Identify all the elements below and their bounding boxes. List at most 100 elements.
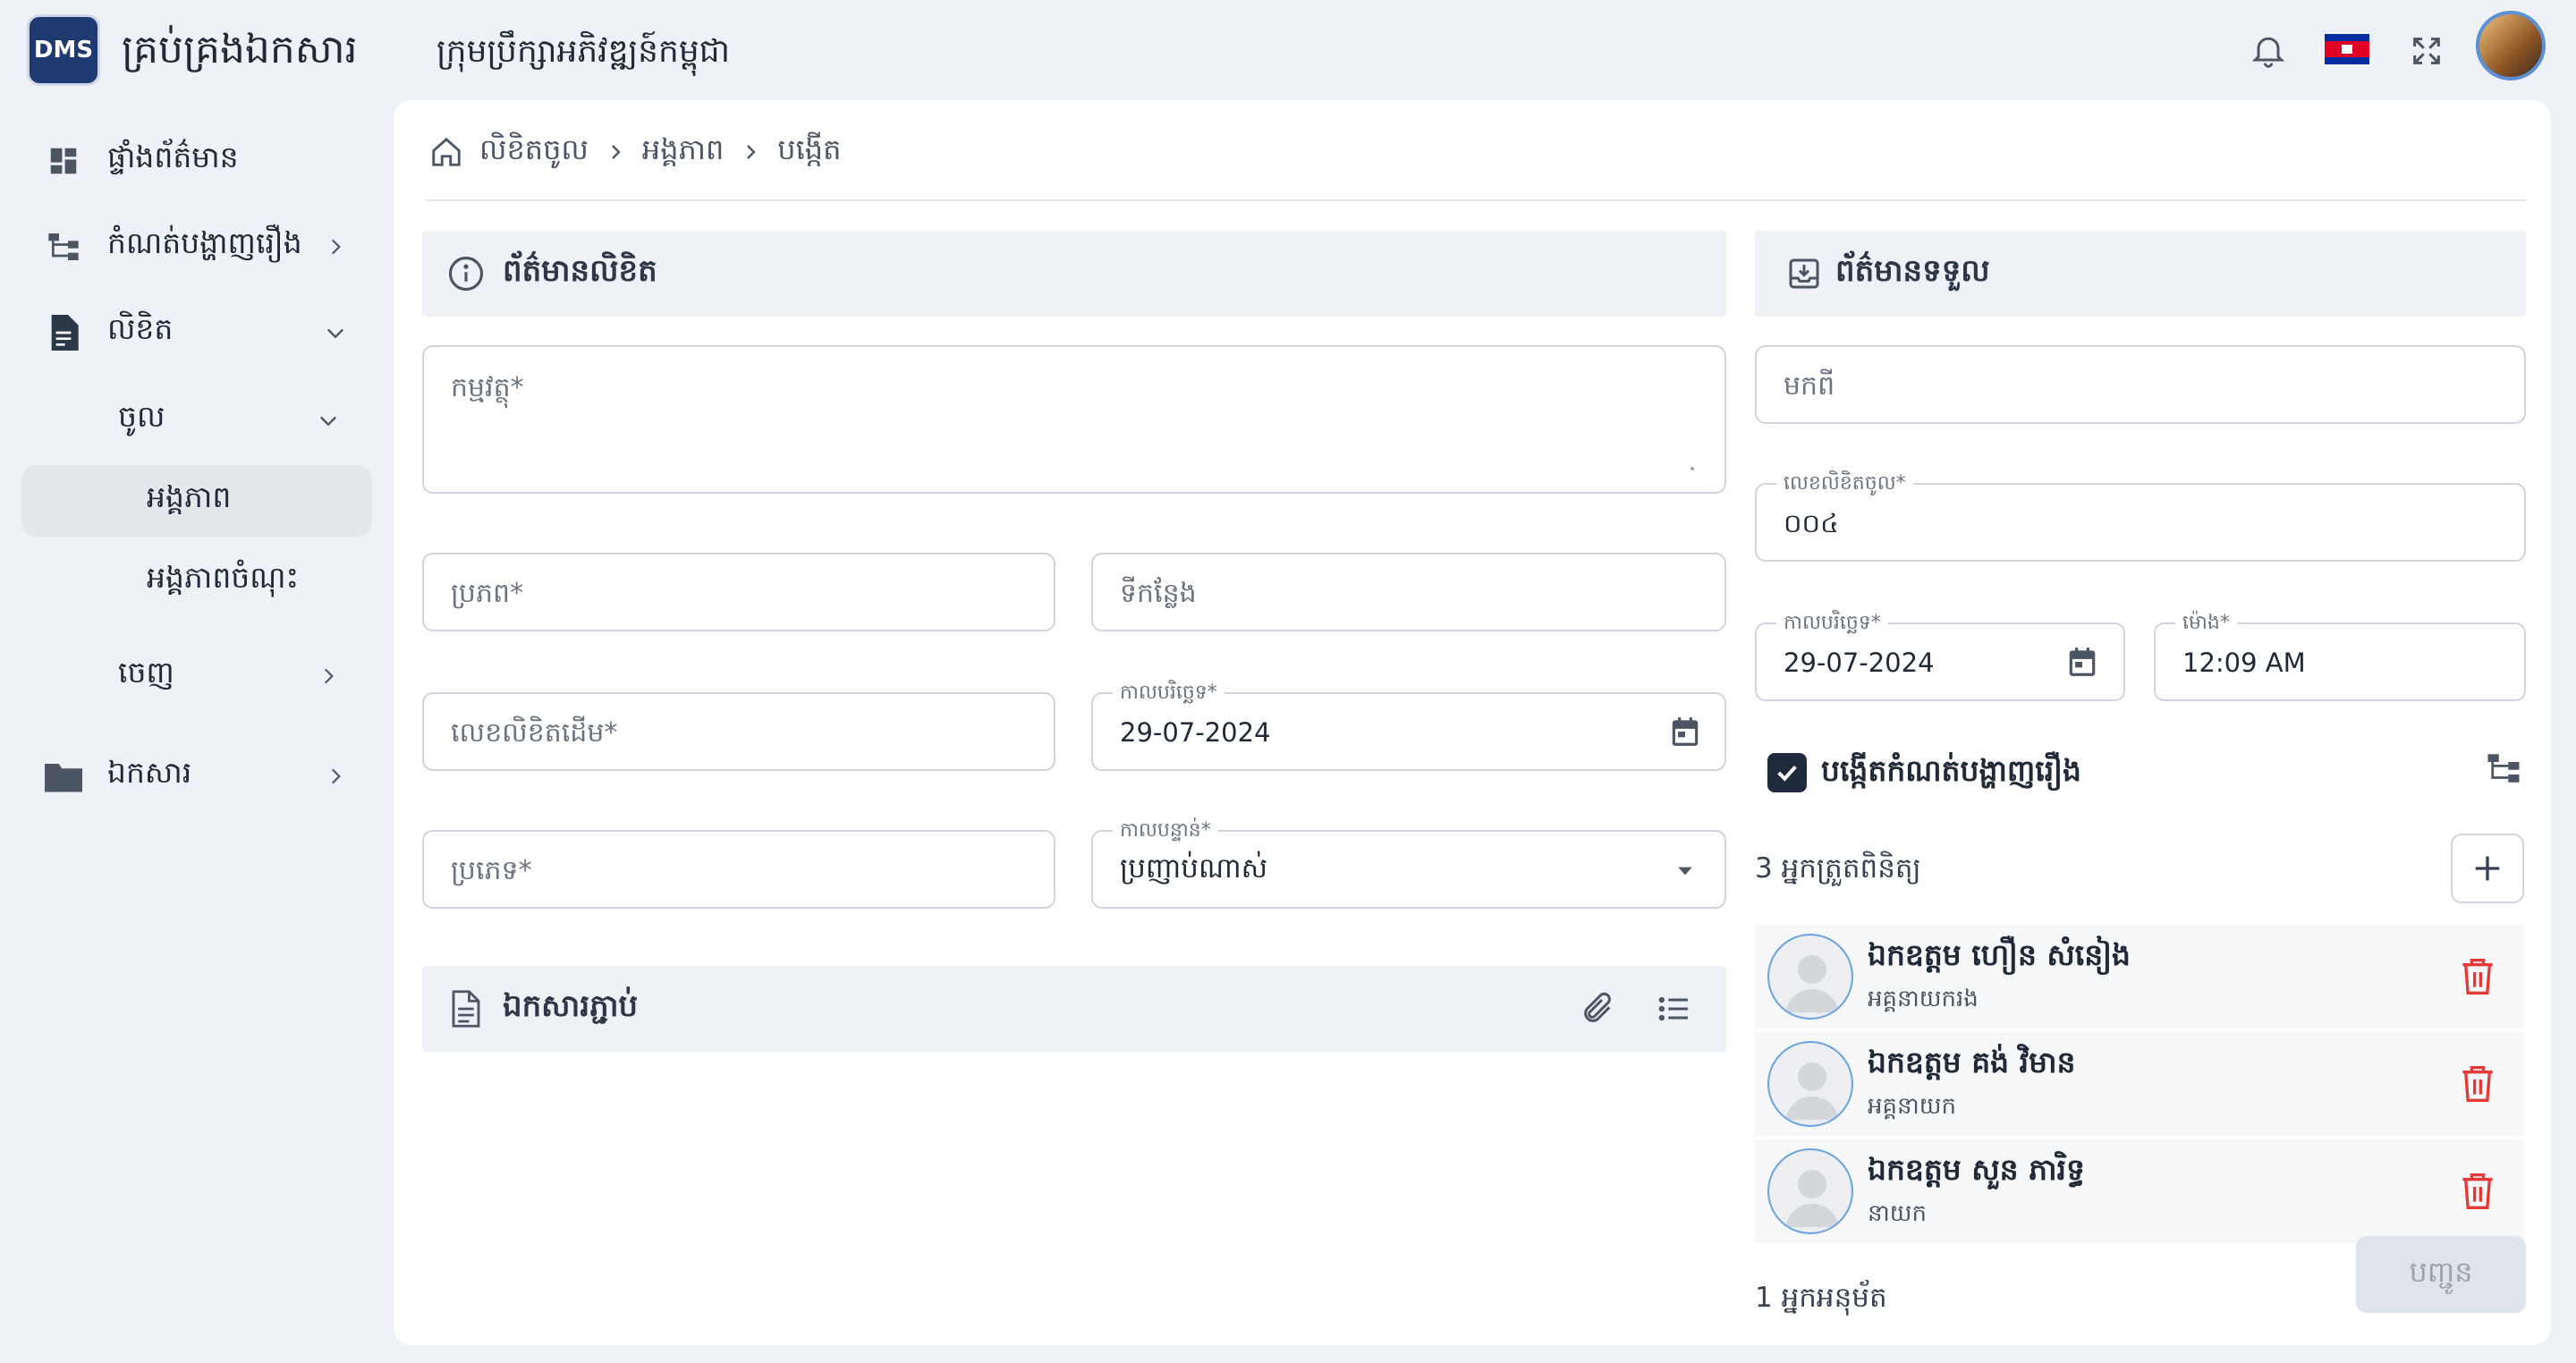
incoming-number-label: លេខលិខិតចូល* — [1776, 472, 1913, 495]
receive-time-value: 12:09 AM — [2182, 648, 2306, 678]
folder-icon — [45, 758, 82, 795]
inbox-download-icon — [1784, 253, 1825, 294]
avatar — [1767, 934, 1853, 1020]
approvers-count: 1 អ្នកអនុម័ត — [1755, 1282, 1887, 1314]
info-icon — [445, 253, 487, 294]
section-title: ព័ត៌មានលិខិត — [503, 253, 657, 289]
letter-date-value: 29-07-2024 — [1120, 717, 1271, 748]
subject-textarea[interactable]: កម្មវត្ថុ* — [422, 345, 1726, 494]
trash-icon[interactable] — [2456, 955, 2499, 998]
attachments-header: ឯកសារភ្ជាប់ — [422, 966, 1726, 1052]
letter-date-input[interactable]: កាលបរិច្ឆេទ* 29-07-2024 — [1091, 682, 1726, 771]
document-outline-icon — [445, 988, 487, 1029]
sidebar-item-label: អង្គភាព — [147, 479, 232, 514]
sidebar-item-label: អង្គភាពចំណុះ — [147, 560, 299, 595]
avatar — [1767, 1148, 1853, 1234]
sidebar-item-label: ចូល — [118, 399, 165, 434]
breadcrumb-item[interactable]: អង្គភាព — [642, 131, 724, 174]
submit-label: បញ្ជូន — [2409, 1254, 2473, 1289]
original-number-placeholder: លេខលិខិតដើម* — [451, 717, 618, 749]
calendar-icon[interactable] — [1665, 712, 1705, 751]
sidebar-item-sub-institution[interactable]: អង្គភាពចំណុះ — [0, 546, 376, 617]
document-icon — [45, 314, 82, 351]
letter-date-label: កាលបរិច្ឆេទ* — [1113, 682, 1224, 705]
type-input[interactable]: ប្រភេទ* — [422, 830, 1055, 909]
list-icon[interactable] — [1653, 987, 1696, 1030]
home-icon[interactable] — [429, 135, 463, 169]
priority-value: ប្រញាប់ណាស់ — [1120, 852, 1268, 885]
original-number-input[interactable]: លេខលិខិតដើម* — [422, 692, 1055, 771]
reviewer-role: អគ្គនាយករង — [1868, 986, 1979, 1012]
section-title: ឯកសារភ្ជាប់ — [503, 988, 639, 1024]
reviewer-row: ឯកឧត្តម សួន ភារិទ្ធ នាយក — [1755, 1139, 2524, 1243]
sidebar-item-label: ឯកសារ — [107, 755, 192, 790]
reviewer-row: ឯកឧត្តម ហឿន សំនៀង អគ្គនាយករង — [1755, 925, 2524, 1029]
source-input[interactable]: ប្រភព* — [422, 553, 1055, 631]
dashboard-icon — [45, 142, 82, 180]
org-title: ក្រុមប្រឹក្សាអភិវឌ្ឍន៍កម្ពុជា — [436, 33, 731, 70]
trash-icon[interactable] — [2456, 1170, 2499, 1213]
breadcrumb: លិខិតចូល អង្គភាព បង្កើត — [429, 127, 841, 177]
receive-time-label: ម៉ោង* — [2175, 612, 2237, 635]
from-input[interactable]: មកពី — [1755, 345, 2526, 424]
chevron-right-icon — [320, 232, 351, 262]
source-placeholder: ប្រភព* — [451, 578, 524, 609]
sidebar-item-label: លិខិត — [107, 311, 174, 346]
sidebar-item-incoming[interactable]: ចូល — [0, 385, 376, 456]
calendar-icon[interactable] — [2063, 642, 2102, 682]
priority-label: កាលបន្ទាន់* — [1113, 819, 1218, 842]
receive-date-input[interactable]: កាលបរិច្ឆេទ* 29-07-2024 — [1755, 612, 2125, 701]
sidebar-item-documents[interactable]: ឯកសារ — [0, 741, 376, 812]
section-title: ព័ត៌មានទទួល — [1835, 253, 1990, 289]
app-title: គ្រប់គ្រងឯកសារ — [122, 27, 358, 72]
chevron-down-icon — [313, 405, 343, 436]
resize-handle[interactable] — [1690, 467, 1694, 470]
from-placeholder: មកពី — [1784, 370, 1835, 402]
receive-info-header: ព័ត៌មានទទួល — [1755, 231, 2526, 317]
location-input[interactable]: ទីកន្លែង — [1091, 553, 1726, 631]
sidebar-item-institution[interactable]: អង្គភាព — [0, 465, 376, 537]
breadcrumb-current: បង្កើត — [777, 131, 842, 166]
reviewer-row: ឯកឧត្តម គង់ វិមាន អគ្គនាយក — [1755, 1032, 2524, 1136]
cambodia-flag-icon[interactable] — [2324, 32, 2370, 66]
hierarchy-icon — [45, 228, 82, 266]
chevron-right-icon — [313, 661, 343, 691]
breadcrumb-item[interactable]: លិខិតចូល — [479, 131, 589, 174]
reviewer-role: នាយក — [1868, 1200, 1928, 1227]
user-avatar[interactable] — [2476, 11, 2546, 80]
paperclip-icon[interactable] — [1576, 987, 1619, 1030]
receive-date-label: កាលបរិច្ឆេទ* — [1776, 612, 1888, 635]
type-placeholder: ប្រភេទ* — [451, 855, 532, 886]
hierarchy-icon[interactable] — [2483, 748, 2524, 789]
location-placeholder: ទីកន្លែង — [1120, 578, 1197, 609]
incoming-number-input[interactable]: លេខលិខិតចូល* ០០៤ — [1755, 472, 2526, 562]
receive-time-input[interactable]: ម៉ោង* 12:09 AM — [2154, 612, 2526, 701]
bell-icon[interactable] — [2245, 27, 2292, 73]
chevron-right-icon — [740, 141, 761, 163]
logo-text: DMS — [33, 37, 94, 63]
chevron-down-icon — [320, 317, 351, 348]
create-flow-label[interactable]: បង្កើតកំណត់បង្ហាញរឿង — [1821, 753, 2081, 796]
sidebar-item-label: កំណត់បង្ហាញរឿង — [107, 225, 302, 260]
priority-select[interactable]: កាលបន្ទាន់* ប្រញាប់ណាស់ — [1091, 819, 1726, 909]
sidebar-item-letters[interactable]: លិខិត — [0, 297, 376, 368]
reviewers-count: 3 អ្នកត្រួតពិនិត្យ — [1755, 852, 1921, 885]
trash-icon[interactable] — [2456, 1062, 2499, 1105]
add-reviewer-button[interactable] — [2451, 834, 2524, 903]
create-flow-checkbox[interactable] — [1767, 753, 1807, 792]
sidebar-item-dashboard[interactable]: ផ្ទាំងព័ត៌មាន — [0, 125, 376, 197]
sidebar-item-outgoing[interactable]: ចេញ — [0, 640, 376, 712]
fullscreen-icon[interactable] — [2404, 29, 2449, 73]
app-logo[interactable]: DMS — [27, 14, 100, 86]
submit-button[interactable]: បញ្ជូន — [2356, 1236, 2526, 1313]
incoming-number-value: ០០៤ — [1784, 508, 1839, 538]
dropdown-arrow-icon — [1665, 851, 1705, 891]
sidebar-item-flow-setup[interactable]: កំណត់បង្ហាញរឿង — [0, 211, 376, 283]
sidebar-item-label: ចេញ — [118, 655, 174, 690]
receive-date-value: 29-07-2024 — [1784, 648, 1935, 678]
breadcrumb-divider — [426, 199, 2526, 201]
sidebar-item-label: ផ្ទាំងព័ត៌មាន — [107, 140, 239, 174]
reviewer-name: ឯកឧត្តម គង់ វិមាន — [1868, 1045, 2076, 1079]
subject-placeholder: កម្មវត្ថុ* — [451, 372, 524, 403]
chevron-right-icon — [605, 141, 626, 163]
